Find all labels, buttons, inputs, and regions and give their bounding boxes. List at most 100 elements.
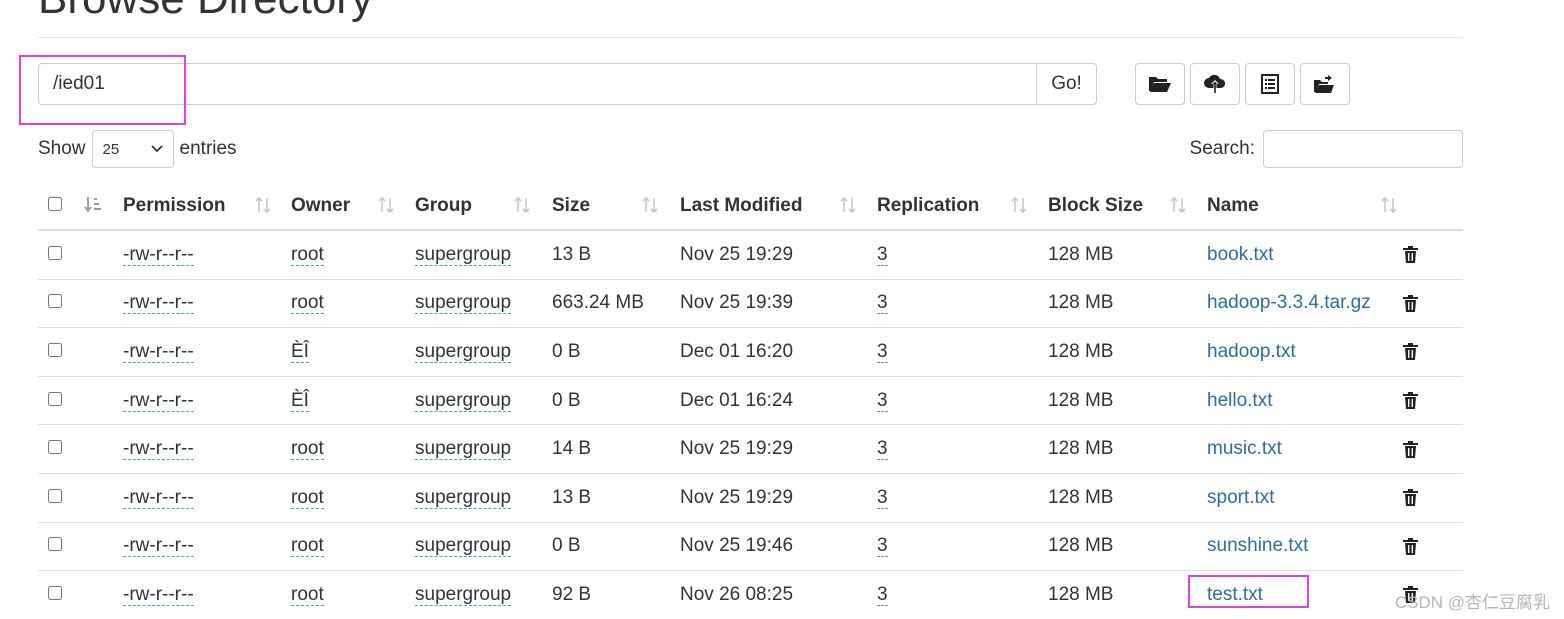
permission-value[interactable]: -rw-r--r-- [123,340,194,363]
group-value[interactable]: supergroup [415,340,512,363]
row-checkbox[interactable] [48,245,62,260]
file-name-link[interactable]: hello.txt [1207,390,1272,411]
last-modified-cell: Nov 25 19:29 [680,243,794,265]
block-size-cell: 128 MB [1048,243,1114,265]
replication-value[interactable]: 3 [877,389,888,412]
replication-value[interactable]: 3 [877,243,888,266]
delete-button[interactable] [1402,391,1463,410]
upload-button[interactable] [1190,63,1240,105]
owner-value[interactable]: ÈÎ [291,340,309,363]
owner-cell: root [291,230,415,279]
permission-value[interactable]: -rw-r--r-- [123,438,194,461]
trash-icon [1403,489,1418,507]
row-checkbox[interactable] [48,342,62,357]
owner-value[interactable]: root [291,438,324,461]
trash-icon [1403,537,1418,555]
row-spacer-cell [76,278,123,328]
replication-value[interactable]: 3 [877,535,888,558]
column-label: Permission [123,194,226,216]
column-header-replication[interactable]: Replication [877,182,1048,231]
row-spacer-cell [76,230,123,279]
directory-path-input[interactable] [38,63,1036,105]
permission-cell: -rw-r--r-- [123,278,291,328]
permission-value[interactable]: -rw-r--r-- [123,292,194,315]
group-value[interactable]: supergroup [415,438,512,461]
group-value[interactable]: supergroup [415,583,512,606]
owner-value[interactable]: root [291,486,324,509]
replication-value[interactable]: 3 [877,438,888,461]
column-header-size[interactable]: Size [552,182,680,231]
group-value[interactable]: supergroup [415,292,512,315]
owner-value[interactable]: root [291,583,324,606]
replication-cell: 3 [877,327,1048,377]
column-header-owner[interactable]: Owner [291,182,415,231]
column-header-name[interactable]: Name [1207,182,1402,231]
table-row: -rw-r--r-- root supergroup 92 B Nov 26 0… [38,570,1463,619]
file-name-link[interactable]: sunshine.txt [1207,535,1308,556]
row-checkbox[interactable] [48,488,62,503]
owner-value[interactable]: root [291,292,324,315]
permission-value[interactable]: -rw-r--r-- [123,389,194,412]
delete-button[interactable] [1402,488,1463,507]
column-header-permission[interactable]: Permission [123,182,291,231]
replication-value[interactable]: 3 [877,340,888,363]
search-input[interactable] [1263,130,1463,168]
cut-paste-button[interactable] [1300,63,1350,105]
delete-button[interactable] [1402,440,1463,459]
group-value[interactable]: supergroup [415,243,512,266]
search-label: Search: [1189,138,1255,159]
group-value[interactable]: supergroup [415,389,512,412]
file-name-link[interactable]: book.txt [1207,244,1274,265]
page-size-select[interactable]: 25 [91,130,174,168]
owner-cell: root [291,570,415,619]
permission-value[interactable]: -rw-r--r-- [123,583,194,606]
delete-button[interactable] [1402,537,1463,556]
delete-cell [1402,278,1463,328]
file-name-link[interactable]: music.txt [1207,438,1282,459]
file-name-link[interactable]: hadoop-3.3.4.tar.gz [1207,292,1371,313]
view-list-button[interactable] [1245,63,1295,105]
owner-cell: root [291,424,415,474]
column-header-block-size[interactable]: Block Size [1048,182,1207,231]
permission-value[interactable]: -rw-r--r-- [123,535,194,558]
block-size-cell: 128 MB [1048,327,1207,377]
page-size-value: 25 [102,140,120,158]
column-header-last-modified[interactable]: Last Modified [680,182,877,231]
group-cell: supergroup [415,570,552,619]
sort-icon [514,196,530,214]
group-cell: supergroup [415,327,552,377]
group-value[interactable]: supergroup [415,486,512,509]
last-modified-cell: Dec 01 16:24 [680,375,877,425]
replication-cell: 3 [877,278,1048,328]
replication-value[interactable]: 3 [877,486,888,509]
row-checkbox[interactable] [48,440,62,455]
group-value[interactable]: supergroup [415,535,512,558]
row-checkbox[interactable] [48,294,62,309]
replication-value[interactable]: 3 [877,292,888,315]
row-select-cell [38,424,76,474]
name-cell: sunshine.txt [1207,521,1402,571]
sort-default-header[interactable] [76,182,123,231]
delete-cell [1402,472,1463,523]
file-name-link[interactable]: sport.txt [1207,487,1275,508]
row-checkbox[interactable] [48,585,62,600]
owner-value[interactable]: root [291,243,324,266]
delete-button[interactable] [1402,294,1463,313]
select-all-checkbox[interactable] [48,196,62,211]
permission-value[interactable]: -rw-r--r-- [123,243,194,266]
row-checkbox[interactable] [48,391,62,406]
file-rows: -rw-r--r-- root supergroup 13 B Nov 25 1… [38,230,1463,619]
replication-value[interactable]: 3 [877,583,888,606]
create-directory-button[interactable] [1135,63,1185,105]
file-name-link[interactable]: test.txt [1207,584,1263,605]
delete-button[interactable] [1402,245,1463,264]
size-cell: 0 B [552,521,680,571]
column-header-group[interactable]: Group [415,182,552,231]
owner-value[interactable]: root [291,535,324,558]
file-name-link[interactable]: hadoop.txt [1207,341,1296,362]
row-checkbox[interactable] [48,537,62,552]
owner-value[interactable]: ÈÎ [291,389,309,412]
permission-value[interactable]: -rw-r--r-- [123,486,194,509]
go-button[interactable]: Go! [1036,63,1097,105]
delete-button[interactable] [1402,342,1463,361]
